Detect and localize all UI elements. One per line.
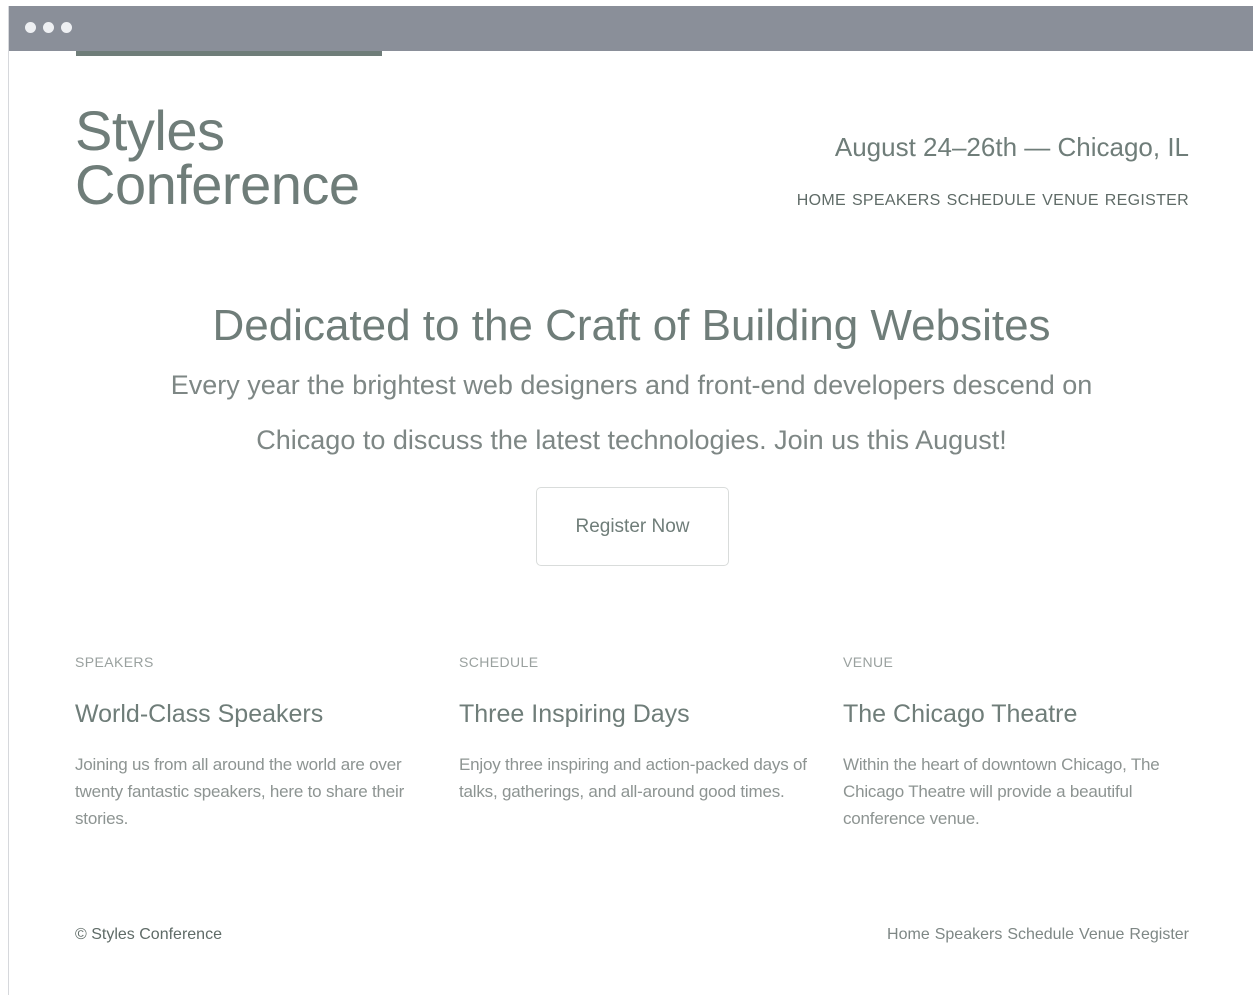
nav-schedule[interactable]: SCHEDULE xyxy=(947,192,1037,210)
footer-nav-register[interactable]: Register xyxy=(1129,926,1189,944)
teaser-speakers: SPEAKERS World-Class Speakers Joining us… xyxy=(75,654,425,832)
event-date-location: August 24–26th — Chicago, IL xyxy=(834,132,1189,162)
footer-nav-schedule[interactable]: Schedule xyxy=(1007,926,1074,944)
teaser-tag: VENUE xyxy=(843,654,894,670)
window-dot-icon[interactable] xyxy=(43,22,54,33)
teaser-text: Within the heart of downtown Chicago, Th… xyxy=(843,755,1160,828)
nav-register[interactable]: REGISTER xyxy=(1105,192,1189,210)
footer-nav-home[interactable]: Home xyxy=(887,926,930,944)
nav-speakers[interactable]: SPEAKERS xyxy=(852,192,941,210)
hero-section: Dedicated to the Craft of Building Websi… xyxy=(9,300,1253,468)
footer-nav: Home Speakers Schedule Venue Register xyxy=(887,926,1189,944)
teaser-title[interactable]: The Chicago Theatre xyxy=(843,700,1193,729)
footer-nav-speakers[interactable]: Speakers xyxy=(935,926,1003,944)
nav-venue[interactable]: VENUE xyxy=(1042,192,1099,210)
teaser-text: Enjoy three inspiring and action-packed … xyxy=(459,755,807,801)
primary-nav: HOME SPEAKERS SCHEDULE VENUE REGISTER xyxy=(797,192,1189,210)
register-now-button[interactable]: Register Now xyxy=(536,487,729,566)
teaser-title[interactable]: World-Class Speakers xyxy=(75,700,425,729)
hero-title: Dedicated to the Craft of Building Websi… xyxy=(212,301,1051,350)
window-titlebar xyxy=(9,6,1253,51)
teaser-tag: SPEAKERS xyxy=(75,654,154,670)
teaser-title[interactable]: Three Inspiring Days xyxy=(459,700,809,729)
teaser-tag: SCHEDULE xyxy=(459,654,539,670)
window-controls xyxy=(25,22,72,33)
teaser-venue: VENUE The Chicago Theatre Within the hea… xyxy=(843,654,1193,832)
hero-text: Every year the brightest web designers a… xyxy=(170,370,1093,455)
teaser-text: Joining us from all around the world are… xyxy=(75,755,405,828)
logo-line-2: Conference xyxy=(75,153,360,216)
footer-copyright: © Styles Conference xyxy=(75,926,222,943)
window-dot-icon[interactable] xyxy=(25,22,36,33)
window-dot-icon[interactable] xyxy=(61,22,72,33)
logo-line-1: Styles xyxy=(75,99,225,162)
footer-nav-venue[interactable]: Venue xyxy=(1079,926,1124,944)
nav-home[interactable]: HOME xyxy=(797,192,846,210)
teaser-schedule: SCHEDULE Three Inspiring Days Enjoy thre… xyxy=(459,654,809,805)
header-accent-bar xyxy=(76,51,382,56)
site-logo[interactable]: Styles Conference xyxy=(75,99,360,216)
browser-window: Styles Conference August 24–26th — Chica… xyxy=(8,6,1253,995)
